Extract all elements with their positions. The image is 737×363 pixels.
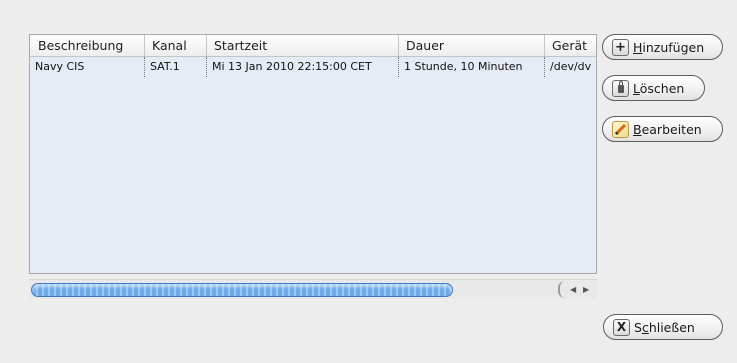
close-button[interactable]: X Schließen	[603, 314, 723, 340]
cell-channel: SAT.1	[145, 57, 207, 77]
pencil-note-icon	[612, 120, 629, 138]
cell-start-time: Mi 13 Jan 2010 22:15:00 CET	[207, 57, 399, 77]
scroll-left-arrow-icon[interactable]: ◀	[570, 284, 576, 296]
add-button[interactable]: + Hinzufügen	[602, 34, 723, 60]
cell-device: /dev/dv	[550, 60, 592, 73]
delete-button[interactable]: Löschen	[602, 75, 705, 101]
scrollbar-thumb[interactable]	[31, 283, 453, 297]
column-header-start-time[interactable]: Startzeit	[207, 35, 399, 56]
add-button-label: Hinzufügen	[633, 39, 705, 55]
scrollbar-end-cap: ◀ ▶	[558, 281, 594, 298]
column-header-duration[interactable]: Dauer	[399, 35, 545, 56]
cell-duration: 1 Stunde, 10 Minuten	[399, 57, 545, 77]
delete-button-label: Löschen	[633, 80, 685, 96]
horizontal-scrollbar[interactable]: ◀ ▶	[29, 279, 597, 299]
table-row[interactable]: Navy CIS SAT.1 Mi 13 Jan 2010 22:15:00 C…	[30, 57, 596, 77]
table-header: Beschreibung Kanal Startzeit Dauer Gerät	[30, 35, 596, 57]
column-header-channel[interactable]: Kanal	[145, 35, 207, 56]
cell-description: Navy CIS	[30, 57, 145, 77]
plus-icon: +	[612, 38, 629, 56]
edit-button-label: Bearbeiten	[633, 121, 702, 137]
column-header-device[interactable]: Gerät	[545, 35, 596, 56]
close-button-label: Schließen	[634, 319, 695, 335]
recordings-table[interactable]: Beschreibung Kanal Startzeit Dauer Gerät…	[29, 34, 597, 274]
edit-button[interactable]: Bearbeiten	[602, 116, 723, 142]
scroll-right-arrow-icon[interactable]: ▶	[583, 284, 589, 296]
lock-icon	[612, 79, 629, 97]
column-header-description[interactable]: Beschreibung	[30, 35, 145, 56]
x-icon: X	[613, 318, 630, 336]
